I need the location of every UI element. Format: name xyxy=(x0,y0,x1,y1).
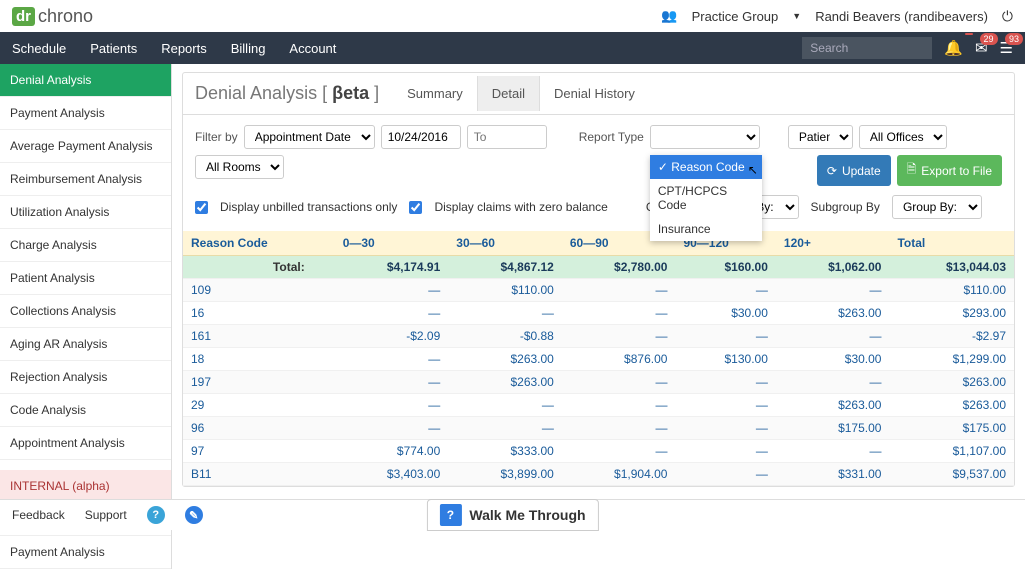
sidebar-item-aging[interactable]: Aging AR Analysis xyxy=(0,328,171,361)
data-table: Reason Code 0—30 30—60 60—90 90—120 120+… xyxy=(183,231,1014,486)
report-type-select[interactable] xyxy=(650,125,760,149)
mail-badge: 29 xyxy=(980,33,998,45)
question-icon: ? xyxy=(439,504,461,526)
update-button[interactable]: ⟳Update xyxy=(817,155,891,186)
table-row[interactable]: 18—$263.00$876.00$130.00$30.00$1,299.00 xyxy=(183,348,1014,371)
col-30-60[interactable]: 30—60 xyxy=(448,231,562,256)
page-title: Denial Analysis [ βeta ] xyxy=(195,73,393,114)
nav-reports[interactable]: Reports xyxy=(161,41,207,56)
sidebar-item-payment[interactable]: Payment Analysis xyxy=(0,97,171,130)
report-type-label: Report Type xyxy=(579,130,644,144)
tab-summary[interactable]: Summary xyxy=(393,76,477,111)
file-icon: 🗎 xyxy=(907,160,917,181)
group-icon: 👥 xyxy=(661,8,677,24)
to-date-input[interactable] xyxy=(467,125,547,149)
list-badge: 93 xyxy=(1005,33,1023,45)
sidebar-item-reimbursement[interactable]: Reimbursement Analysis xyxy=(0,163,171,196)
zero-balance-label: Display claims with zero balance xyxy=(434,200,607,214)
mail-icon[interactable]: ✉29 xyxy=(975,39,988,57)
sidebar-item-utilization[interactable]: Utilization Analysis xyxy=(0,196,171,229)
zero-balance-checkbox[interactable] xyxy=(409,201,422,214)
nav-patients[interactable]: Patients xyxy=(90,41,137,56)
table-row[interactable]: 97$774.00$333.00———$1,107.00 xyxy=(183,440,1014,463)
panel: Denial Analysis [ βeta ] Summary Detail … xyxy=(182,72,1015,487)
help-icon[interactable]: ? xyxy=(147,506,165,524)
table-row[interactable]: 96————$175.00$175.00 xyxy=(183,417,1014,440)
sidebar-item-denial[interactable]: Denial Analysis xyxy=(0,64,171,97)
sidebar-item-appointment[interactable]: Appointment Analysis xyxy=(0,427,171,460)
table-row[interactable]: 161-$2.09-$0.88———-$2.97 xyxy=(183,325,1014,348)
nav-left: Schedule Patients Reports Billing Accoun… xyxy=(12,41,336,56)
offices-select[interactable]: All Offices xyxy=(859,125,947,149)
feedback-link[interactable]: Feedback xyxy=(12,508,65,522)
walk-me-through[interactable]: ? Walk Me Through xyxy=(426,499,598,531)
sidebar-item-collections[interactable]: Collections Analysis xyxy=(0,295,171,328)
col-reason[interactable]: Reason Code xyxy=(183,231,335,256)
sidebar-item-avg-payment[interactable]: Average Payment Analysis xyxy=(0,130,171,163)
logo[interactable]: dr chrono xyxy=(12,6,93,27)
table-header-row: Reason Code 0—30 30—60 60—90 90—120 120+… xyxy=(183,231,1014,256)
col-120[interactable]: 120+ xyxy=(776,231,890,256)
subgroup-by-select[interactable]: Group By: xyxy=(892,195,982,219)
sidebar-item-patient[interactable]: Patient Analysis xyxy=(0,262,171,295)
tab-detail[interactable]: Detail xyxy=(477,76,540,111)
from-date-input[interactable] xyxy=(381,125,461,149)
footer: Feedback Support ? ✎ ? Walk Me Through xyxy=(0,499,1025,530)
power-icon[interactable]: ⏻ xyxy=(1002,8,1013,25)
sidebar-item-code[interactable]: Code Analysis xyxy=(0,394,171,427)
support-link[interactable]: Support xyxy=(85,508,127,522)
date-type-select[interactable]: Appointment Date xyxy=(244,125,375,149)
top-bar: dr chrono 👥 Practice Group ▼ Randi Beave… xyxy=(0,0,1025,32)
col-total[interactable]: Total xyxy=(889,231,1014,256)
practice-group-label[interactable]: Practice Group xyxy=(692,9,779,24)
report-type-dropdown: ✓ Reason Code CPT/HCPCS Code Insurance ↖ xyxy=(650,155,762,241)
report-type-option-reason[interactable]: ✓ Reason Code xyxy=(650,155,762,179)
unbilled-checkbox[interactable] xyxy=(195,201,208,214)
sidebar-item-rejection[interactable]: Rejection Analysis xyxy=(0,361,171,394)
nav-billing[interactable]: Billing xyxy=(231,41,266,56)
main: Denial Analysis Payment Analysis Average… xyxy=(0,64,1025,569)
filter-row-2: Display unbilled transactions only Displ… xyxy=(183,189,1014,231)
logo-chrono: chrono xyxy=(38,6,93,27)
logo-dr: dr xyxy=(12,7,35,26)
report-type-option-insurance[interactable]: Insurance xyxy=(650,217,762,241)
unbilled-label: Display unbilled transactions only xyxy=(220,200,397,214)
table-row[interactable]: 16———$30.00$263.00$293.00 xyxy=(183,302,1014,325)
tab-denial-history[interactable]: Denial History xyxy=(540,76,649,111)
sidebar: Denial Analysis Payment Analysis Average… xyxy=(0,64,172,569)
table-total-row: Total:$4,174.91$4,867.12$2,780.00$160.00… xyxy=(183,256,1014,279)
chevron-down-icon[interactable]: ▼ xyxy=(792,11,801,21)
panel-header: Denial Analysis [ βeta ] Summary Detail … xyxy=(183,73,1014,115)
cursor-icon: ↖ xyxy=(748,163,758,177)
nav-schedule[interactable]: Schedule xyxy=(12,41,66,56)
nav-account[interactable]: Account xyxy=(289,41,336,56)
alert-badge xyxy=(965,33,973,35)
table-row[interactable]: 197—$263.00———$263.00 xyxy=(183,371,1014,394)
rooms-select[interactable]: All Rooms xyxy=(195,155,284,179)
table-row[interactable]: B11$3,403.00$3,899.00$1,904.00—$331.00$9… xyxy=(183,463,1014,486)
walk-label: Walk Me Through xyxy=(469,507,585,523)
report-type-option-cpt[interactable]: CPT/HCPCS Code xyxy=(650,179,762,217)
top-right: 👥 Practice Group ▼ Randi Beavers (randib… xyxy=(661,8,1013,25)
sidebar-item-charge[interactable]: Charge Analysis xyxy=(0,229,171,262)
list-icon[interactable]: ☰93 xyxy=(1000,39,1013,57)
edit-icon[interactable]: ✎ xyxy=(185,506,203,524)
search-input[interactable] xyxy=(802,37,932,59)
user-handle: (randibeavers) xyxy=(904,9,988,24)
navbar: Schedule Patients Reports Billing Accoun… xyxy=(0,32,1025,64)
user-name[interactable]: Randi Beavers xyxy=(815,9,900,24)
col-0-30[interactable]: 0—30 xyxy=(335,231,449,256)
content: Denial Analysis [ βeta ] Summary Detail … xyxy=(172,64,1025,569)
filter-by-label: Filter by xyxy=(195,130,238,144)
table-row[interactable]: 29————$263.00$263.00 xyxy=(183,394,1014,417)
refresh-icon: ⟳ xyxy=(827,164,837,178)
filter-bar: Filter by Appointment Date Report Type ✓… xyxy=(183,115,1014,189)
bell-icon[interactable]: 🔔 xyxy=(944,39,963,57)
patient-select[interactable]: Patient xyxy=(788,125,853,149)
table-row[interactable]: 109—$110.00———$110.00 xyxy=(183,279,1014,302)
sidebar-item-int-payment[interactable]: Payment Analysis xyxy=(0,536,171,569)
nav-right: 🔔 ✉29 ☰93 xyxy=(802,37,1013,59)
export-button[interactable]: 🗎Export to File xyxy=(897,155,1002,186)
subgroup-by-label: Subgroup By xyxy=(811,200,880,214)
